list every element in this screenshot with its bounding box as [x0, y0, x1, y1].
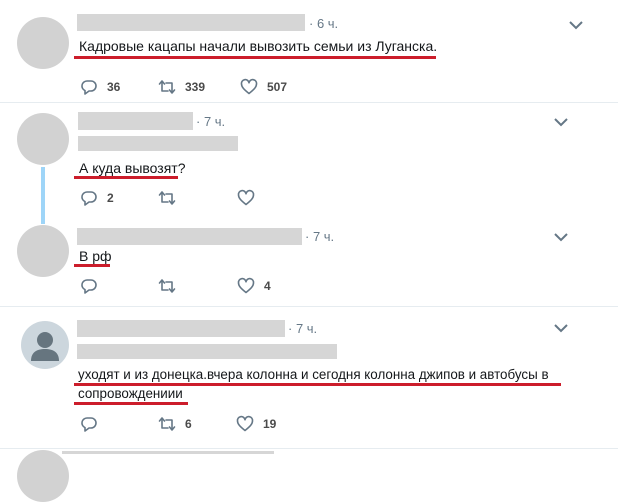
avatar[interactable]	[17, 225, 69, 277]
retweet-button[interactable]: 339	[158, 78, 205, 96]
redacted-username[interactable]	[77, 14, 305, 31]
retweet-button[interactable]	[158, 189, 185, 207]
tweet-text: В рф	[79, 248, 112, 264]
red-underline	[74, 264, 110, 267]
tweet-timestamp[interactable]: · 7 ч.	[305, 229, 334, 244]
reply-icon	[81, 80, 97, 95]
divider	[0, 448, 618, 449]
divider	[0, 306, 618, 307]
reply-button[interactable]: 36	[80, 78, 120, 96]
reply-icon	[81, 279, 97, 294]
redacted-username[interactable]	[78, 112, 193, 130]
retweet-button[interactable]: 6	[158, 415, 192, 433]
reply-icon	[81, 417, 97, 432]
reply-button[interactable]	[80, 277, 107, 295]
red-underline	[74, 56, 436, 59]
like-button[interactable]: 507	[240, 78, 287, 96]
tweet-text: А куда вывозят?	[79, 160, 186, 176]
tweet-timestamp[interactable]: · 7 ч.	[288, 321, 317, 336]
like-button[interactable]	[237, 189, 264, 207]
avatar[interactable]	[17, 17, 69, 69]
retweet-icon	[158, 279, 176, 293]
retweet-count: 339	[185, 80, 206, 94]
reply-button[interactable]: 2	[80, 189, 114, 207]
like-icon	[236, 415, 254, 432]
like-count: 507	[267, 80, 288, 94]
tweet-text: Кадровые кацапы начали вывозить семьи из…	[79, 38, 438, 54]
avatar[interactable]	[17, 450, 69, 502]
like-button[interactable]: 19	[236, 415, 276, 433]
like-count: 19	[263, 417, 277, 431]
retweet-icon	[158, 80, 176, 94]
tweet-text-line-1: уходят и из донецка.вчера колонна и сего…	[78, 367, 549, 382]
retweet-icon	[158, 417, 176, 431]
reply-button[interactable]	[80, 415, 107, 433]
reply-count: 2	[107, 191, 114, 205]
redacted-reply-line	[77, 344, 337, 359]
user-silhouette-icon	[31, 332, 59, 361]
avatar[interactable]	[17, 113, 69, 165]
chevron-down-icon[interactable]	[568, 19, 584, 31]
like-count: 4	[264, 279, 271, 293]
thread-connector	[41, 167, 45, 224]
red-underline	[74, 176, 178, 179]
divider	[0, 102, 618, 103]
reply-icon	[81, 191, 97, 206]
redacted-username[interactable]	[77, 228, 302, 245]
redacted-username[interactable]	[77, 320, 285, 337]
retweet-button[interactable]	[158, 277, 185, 295]
tweet-text-line-2: сопровождениии	[78, 386, 183, 401]
chevron-down-icon[interactable]	[553, 116, 569, 128]
like-icon	[240, 78, 258, 95]
redacted-reply-line	[78, 136, 238, 151]
like-icon	[237, 277, 255, 294]
like-button[interactable]: 4	[237, 277, 271, 295]
retweet-icon	[158, 191, 176, 205]
like-icon	[237, 189, 255, 206]
default-avatar-icon[interactable]	[21, 321, 69, 369]
chevron-down-icon[interactable]	[553, 231, 569, 243]
red-underline	[74, 402, 188, 405]
tweet-timestamp[interactable]: · 6 ч.	[309, 16, 338, 31]
retweet-count: 6	[185, 417, 192, 431]
reply-count: 36	[107, 80, 121, 94]
chevron-down-icon[interactable]	[553, 322, 569, 334]
tweet-timestamp[interactable]: · 7 ч.	[196, 114, 225, 129]
